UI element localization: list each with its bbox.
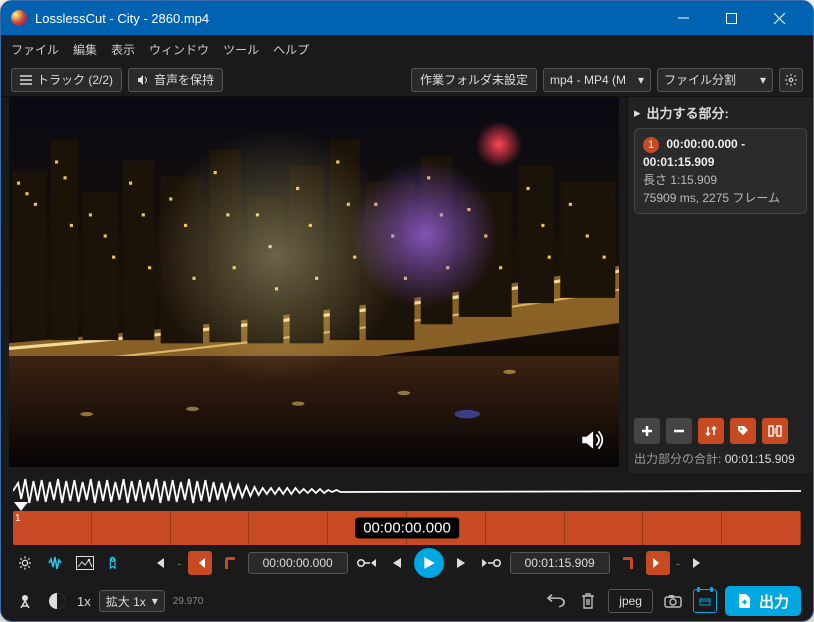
set-cut-start-button[interactable] [218, 551, 242, 575]
jump-start-button[interactable] [147, 551, 171, 575]
playback-speed[interactable]: 1x [77, 594, 91, 609]
menu-edit[interactable]: 編集 [73, 41, 97, 58]
volume-icon [137, 74, 149, 86]
waveform-toggle-button[interactable] [43, 551, 67, 575]
invert-cut-button[interactable] [13, 589, 37, 613]
step-forward-button[interactable] [450, 551, 474, 575]
menubar: ファイル 編集 表示 ウィンドウ ツール ヘルプ [1, 35, 813, 63]
start-timecode-input[interactable]: 00:00:00.000 [248, 552, 348, 574]
titlebar: LosslessCut - City - 2860.mp4 [1, 1, 813, 35]
step-back-button[interactable] [384, 551, 408, 575]
remove-segment-button[interactable] [666, 418, 692, 444]
settings-icon-button[interactable] [13, 551, 37, 575]
menu-file[interactable]: ファイル [11, 41, 59, 58]
waveform[interactable] [13, 473, 801, 509]
export-label: 出力 [759, 591, 789, 612]
settings-button[interactable] [779, 68, 803, 92]
segments-header: 出力する部分: [647, 103, 729, 122]
segments-sum-value: 00:01:15.909 [725, 452, 795, 466]
set-cut-end-button[interactable] [616, 551, 640, 575]
keep-audio-button[interactable]: 音声を保持 [128, 68, 223, 92]
export-button[interactable]: 出力 [725, 586, 801, 616]
label-segments-button[interactable] [730, 418, 756, 444]
minimize-button[interactable] [659, 1, 707, 35]
menu-view[interactable]: 表示 [111, 41, 135, 58]
chevron-down-icon: ▾ [638, 73, 644, 87]
tracks-label: トラック (2/2) [37, 71, 113, 88]
segment-number: 1 [643, 137, 659, 153]
menu-window[interactable]: ウィンドウ [149, 41, 209, 58]
cut-mode-button[interactable] [45, 589, 69, 613]
split-segments-button[interactable] [762, 418, 788, 444]
list-icon [20, 75, 32, 85]
split-mode-select[interactable]: ファイル分割 ▾ [657, 68, 773, 92]
menu-tools[interactable]: ツール [223, 41, 259, 58]
playhead-marker[interactable] [14, 502, 28, 511]
fps-label: 29.970 [173, 596, 204, 607]
timeline-current-time: 00:00:00.000 [355, 518, 459, 539]
segments-panel: ▸ 出力する部分: 1 00:00:00.000 - 00:01:15.909 … [627, 97, 813, 473]
output-format-value: mp4 - MP4 (M [550, 73, 626, 87]
speaker-icon[interactable] [579, 427, 605, 453]
zoom-select[interactable]: 拡大 1x ▾ [99, 590, 165, 612]
segment-length: 長さ 1:15.909 [643, 171, 798, 189]
chevron-down-icon: ▾ [152, 594, 158, 608]
thumbnails-toggle-button[interactable] [73, 551, 97, 575]
gear-icon [784, 73, 798, 87]
window-title: LosslessCut - City - 2860.mp4 [35, 11, 659, 26]
undo-button[interactable] [544, 589, 568, 613]
segments-sum-label: 出力部分の合計: [634, 452, 721, 466]
export-icon [737, 593, 753, 609]
capture-frame-button[interactable] [661, 589, 685, 613]
close-button[interactable] [755, 1, 803, 35]
segment-detail: 75909 ms, 2275 フレーム [643, 189, 798, 207]
divider: - [177, 555, 182, 571]
chevron-down-icon: ▾ [760, 73, 766, 87]
split-mode-value: ファイル分割 [664, 71, 736, 88]
sort-segments-button[interactable] [698, 418, 724, 444]
video-preview[interactable] [9, 97, 619, 467]
seek-fwd-keyframe-button[interactable] [480, 551, 504, 575]
end-timecode-input[interactable]: 00:01:15.909 [510, 552, 610, 574]
top-toolbar: トラック (2/2) 音声を保持 作業フォルダ未設定 mp4 - MP4 (M … [1, 63, 813, 97]
app-logo [11, 10, 27, 26]
add-segment-button[interactable] [634, 418, 660, 444]
timeline-segment-number: 1 [15, 513, 21, 524]
timeline[interactable]: 1 00:00:00.000 [13, 511, 801, 545]
bottom-bar: 1x 拡大 1x ▾ 29.970 jpeg 出力 [1, 581, 813, 621]
output-format-select[interactable]: mp4 - MP4 (M ▾ [543, 68, 651, 92]
divider: - [676, 555, 681, 571]
batch-files-button[interactable] [693, 589, 717, 613]
keep-audio-label: 音声を保持 [154, 71, 214, 88]
menu-help[interactable]: ヘルプ [273, 41, 309, 58]
play-button[interactable] [414, 548, 444, 578]
preview-image [9, 97, 619, 467]
keyframes-toggle-button[interactable] [103, 551, 127, 575]
capture-format-select[interactable]: jpeg [608, 589, 653, 613]
segment-card[interactable]: 1 00:00:00.000 - 00:01:15.909 長さ 1:15.90… [634, 128, 807, 214]
next-keyframe-button[interactable] [646, 551, 670, 575]
zoom-value: 拡大 1x [106, 593, 146, 610]
seek-back-keyframe-button[interactable] [354, 551, 378, 575]
tracks-button[interactable]: トラック (2/2) [11, 68, 122, 92]
working-folder-label: 作業フォルダ未設定 [420, 71, 528, 88]
prev-keyframe-button[interactable] [188, 551, 212, 575]
delete-source-button[interactable] [576, 589, 600, 613]
working-folder-button[interactable]: 作業フォルダ未設定 [411, 68, 537, 92]
jump-end-button[interactable] [686, 551, 710, 575]
chevron-right-icon[interactable]: ▸ [634, 105, 641, 121]
maximize-button[interactable] [707, 1, 755, 35]
controls-bar: - 00:00:00.000 00:01:15.909 - [1, 545, 813, 581]
